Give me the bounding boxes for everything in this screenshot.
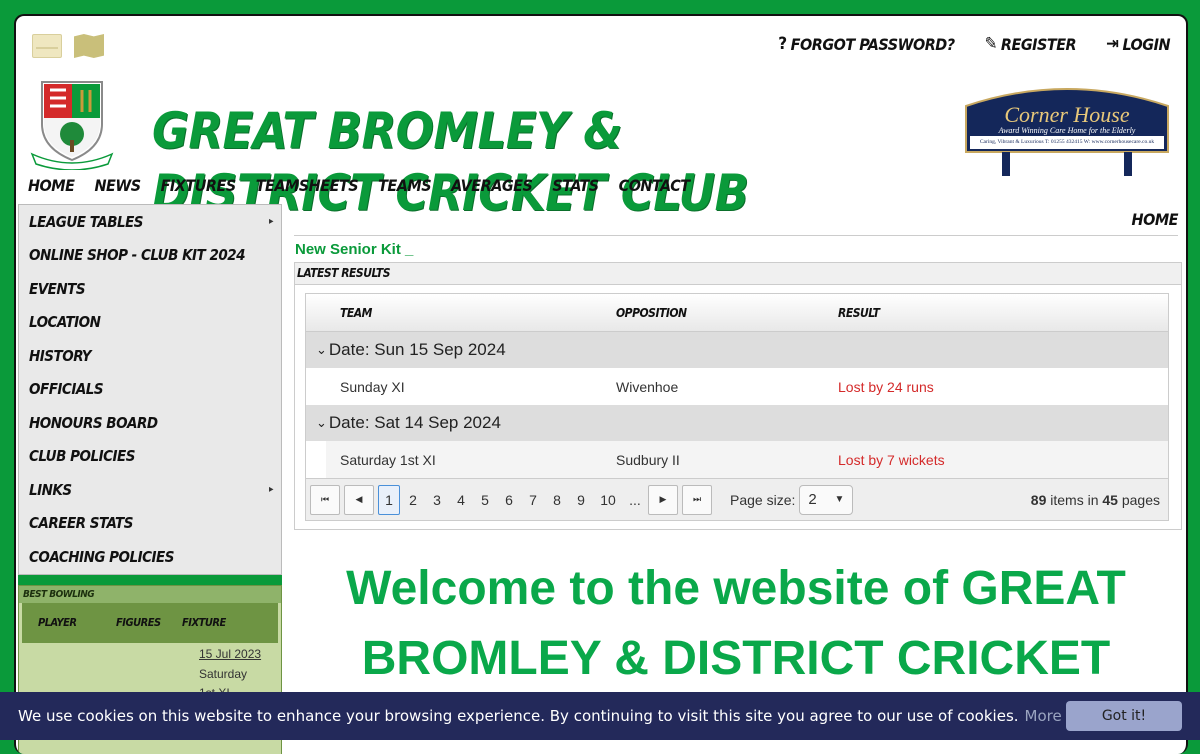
sidebar-item-honours-board[interactable]: HONOURS BOARD bbox=[19, 406, 281, 440]
breadcrumb: HOME bbox=[1132, 210, 1178, 229]
nav-stats[interactable]: STATS bbox=[552, 176, 598, 195]
sidebar-item-league-tables[interactable]: LEAGUE TABLES▸ bbox=[19, 205, 281, 239]
page-10[interactable]: 10 bbox=[594, 485, 622, 515]
cell-result: Lost by 7 wickets bbox=[838, 452, 1168, 468]
next-page-button[interactable]: ▶ bbox=[648, 485, 678, 515]
best-bowling-header: PLAYER FIGURES FIXTURE bbox=[22, 603, 278, 643]
page-size: Page size: 2 ▼ bbox=[730, 485, 853, 515]
fixture-date-link[interactable]: 15 Jul 2023 bbox=[199, 647, 261, 661]
question-icon: ? bbox=[778, 34, 786, 54]
nav-contact[interactable]: CONTACT bbox=[619, 176, 690, 195]
last-page-button[interactable]: ⏭ bbox=[682, 485, 712, 515]
page-count: 45 bbox=[1102, 492, 1118, 508]
sidebar: LEAGUE TABLES▸ ONLINE SHOP - CLUB KIT 20… bbox=[18, 204, 282, 754]
chevron-down-icon[interactable]: ⌄ bbox=[316, 342, 327, 358]
sidebar-menu: LEAGUE TABLES▸ ONLINE SHOP - CLUB KIT 20… bbox=[18, 204, 282, 575]
nav-home[interactable]: HOME bbox=[28, 176, 74, 195]
group-row[interactable]: ⌄ Date: Sun 15 Sep 2024 bbox=[306, 332, 1168, 368]
cell-team: Sunday XI bbox=[326, 379, 616, 395]
sidebar-item-club-policies[interactable]: CLUB POLICIES bbox=[19, 440, 281, 474]
page-7[interactable]: 7 bbox=[522, 485, 544, 515]
column-team[interactable]: TEAM bbox=[306, 306, 616, 320]
caret-right-icon: ▸ bbox=[269, 216, 273, 227]
sidebar-item-online-shop[interactable]: ONLINE SHOP - CLUB KIT 2024 bbox=[19, 239, 281, 273]
page-9[interactable]: 9 bbox=[570, 485, 592, 515]
sidebar-item-coaching-policies[interactable]: COACHING POLICIES bbox=[19, 540, 281, 574]
nav-averages[interactable]: AVERAGES bbox=[451, 176, 532, 195]
cell-opposition: Sudbury II bbox=[616, 452, 838, 468]
sponsor-name: Corner House bbox=[964, 102, 1170, 128]
first-page-button[interactable]: ⏮ bbox=[310, 485, 340, 515]
top-icons bbox=[32, 34, 104, 58]
sidebar-item-links[interactable]: LINKS▸ bbox=[19, 473, 281, 507]
sidebar-item-officials[interactable]: OFFICIALS bbox=[19, 373, 281, 407]
sidebar-item-events[interactable]: EVENTS bbox=[19, 272, 281, 306]
main-nav: HOME NEWS FIXTURES TEAMSHEETS TEAMS AVER… bbox=[28, 176, 690, 195]
header-figures: FIGURES bbox=[116, 616, 182, 629]
cookie-accept-button[interactable]: Got it! bbox=[1066, 701, 1182, 731]
page-6[interactable]: 6 bbox=[498, 485, 520, 515]
column-result[interactable]: RESULT bbox=[838, 306, 1168, 320]
forgot-password-link[interactable]: ? FORGOT PASSWORD? bbox=[778, 34, 954, 54]
fixture-team: Saturday bbox=[199, 667, 247, 681]
page-size-select[interactable]: 2 ▼ bbox=[799, 485, 853, 515]
news-link-senior-kit[interactable]: New Senior Kit _ bbox=[295, 241, 413, 258]
caret-right-icon: ▸ bbox=[269, 484, 273, 495]
nav-fixtures[interactable]: FIXTURES bbox=[161, 176, 236, 195]
page-more[interactable]: ... bbox=[624, 485, 646, 515]
page-2[interactable]: 2 bbox=[402, 485, 424, 515]
results-grid: TEAM OPPOSITION RESULT ⌄ Date: Sun 15 Se… bbox=[305, 293, 1169, 521]
items-count: 89 bbox=[1031, 492, 1047, 508]
account-links: ? FORGOT PASSWORD? ✎ REGISTER ⇥ LOGIN bbox=[778, 34, 1170, 54]
divider bbox=[294, 235, 1178, 236]
page-5[interactable]: 5 bbox=[474, 485, 496, 515]
chevron-down-icon[interactable]: ⌄ bbox=[316, 415, 327, 431]
prev-page-button[interactable]: ◀ bbox=[344, 485, 374, 515]
register-link[interactable]: ✎ REGISTER bbox=[985, 34, 1077, 54]
pager: ⏮ ◀ 1 2 3 4 5 6 7 8 9 10 ... ▶ ⏭ Page si… bbox=[306, 478, 1168, 520]
cell-team: Saturday 1st XI bbox=[326, 452, 616, 468]
sponsor-advert[interactable]: Corner House Award Winning Care Home for… bbox=[964, 80, 1170, 176]
page-frame: ? FORGOT PASSWORD? ✎ REGISTER ⇥ LOGIN GR… bbox=[14, 14, 1188, 754]
welcome-heading: Welcome to the website of GREAT BROMLEY … bbox=[336, 554, 1136, 694]
login-link[interactable]: ⇥ LOGIN bbox=[1106, 34, 1170, 54]
nav-news[interactable]: NEWS bbox=[94, 176, 140, 195]
sponsor-tagline: Award Winning Care Home for the Elderly bbox=[964, 126, 1170, 135]
page-size-label: Page size: bbox=[730, 492, 795, 508]
sidebar-item-location[interactable]: LOCATION bbox=[19, 306, 281, 340]
page-1[interactable]: 1 bbox=[378, 485, 400, 515]
header-player: PLAYER bbox=[22, 616, 116, 629]
cookie-banner: We use cookies on this website to enhanc… bbox=[0, 692, 1200, 740]
page-3[interactable]: 3 bbox=[426, 485, 448, 515]
pencil-icon: ✎ bbox=[985, 34, 997, 54]
sidebar-item-career-stats[interactable]: CAREER STATS bbox=[19, 507, 281, 541]
table-row[interactable]: Sunday XI Wivenhoe Lost by 24 runs bbox=[326, 368, 1168, 405]
table-row[interactable]: Saturday 1st XI Sudbury II Lost by 7 wic… bbox=[326, 441, 1168, 478]
latest-results-panel: LATEST RESULTS TEAM OPPOSITION RESULT ⌄ … bbox=[294, 262, 1182, 530]
nav-teams[interactable]: TEAMS bbox=[378, 176, 431, 195]
page-8[interactable]: 8 bbox=[546, 485, 568, 515]
latest-results-title: LATEST RESULTS bbox=[295, 263, 1181, 285]
results-grid-header: TEAM OPPOSITION RESULT bbox=[306, 294, 1168, 332]
sidebar-item-history[interactable]: HISTORY bbox=[19, 339, 281, 373]
envelope-icon[interactable] bbox=[32, 34, 62, 58]
sign-in-icon: ⇥ bbox=[1106, 34, 1118, 54]
cell-result: Lost by 24 runs bbox=[838, 379, 1168, 395]
map-icon[interactable] bbox=[74, 34, 104, 58]
cookie-text: We use cookies on this website to enhanc… bbox=[18, 707, 1019, 725]
page-4[interactable]: 4 bbox=[450, 485, 472, 515]
column-opposition[interactable]: OPPOSITION bbox=[616, 306, 838, 320]
best-bowling-title: BEST BOWLING bbox=[19, 586, 281, 603]
caret-down-icon: ▼ bbox=[834, 494, 844, 505]
sponsor-details: Caring, Vibrant & Luxurious T: 01255 432… bbox=[972, 139, 1162, 145]
cell-opposition: Wivenhoe bbox=[616, 379, 838, 395]
header-fixture: FIXTURE bbox=[182, 616, 226, 629]
club-crest-logo[interactable] bbox=[26, 78, 118, 170]
nav-teamsheets[interactable]: TEAMSHEETS bbox=[256, 176, 358, 195]
group-row[interactable]: ⌄ Date: Sat 14 Sep 2024 bbox=[306, 405, 1168, 441]
pager-info: 89 items in 45 pages bbox=[1031, 492, 1160, 508]
